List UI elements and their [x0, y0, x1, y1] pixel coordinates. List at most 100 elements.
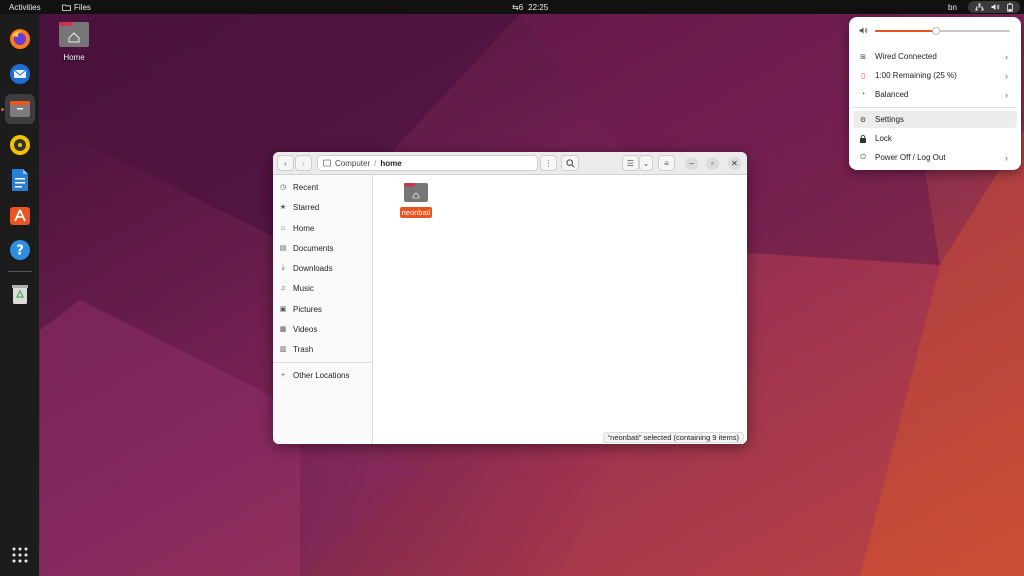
home-icon: ⌂ — [280, 224, 286, 232]
close-button[interactable]: ✕ — [728, 157, 741, 170]
sidebar-item-label: Downloads — [293, 263, 333, 273]
dock-item-files[interactable] — [5, 94, 35, 124]
menu-item-power-off[interactable]: ⏻ Power Off / Log Out › — [853, 149, 1017, 166]
path-menu-button[interactable]: ⋮ — [540, 155, 557, 171]
system-status-area[interactable] — [968, 1, 1020, 13]
forward-button[interactable]: › — [295, 155, 312, 171]
maximize-button[interactable]: ▫ — [706, 157, 719, 170]
keyboard-layout-indicator[interactable]: bn — [948, 3, 957, 12]
view-list-button[interactable]: ☰ — [622, 155, 639, 171]
sidebar-item-home[interactable]: ⌂ Home — [279, 221, 314, 235]
home-folder-icon — [59, 22, 89, 47]
header-bar: ‹ › Computer / home ⋮ ☰ ⌄ ≡ – ▫ ✕ — [273, 152, 747, 175]
menu-item-network[interactable]: ⊞ Wired Connected › — [853, 48, 1017, 65]
dock-item-thunderbird[interactable] — [5, 59, 35, 89]
sidebar-item-label: Documents — [293, 243, 334, 253]
minimize-button[interactable]: – — [685, 157, 698, 170]
sidebar-item-music[interactable]: ♫ Music — [279, 281, 314, 295]
menu-item-label: Power Off / Log Out — [875, 153, 946, 162]
volume-row — [859, 26, 1011, 36]
close-icon: ✕ — [731, 159, 738, 168]
firefox-icon — [10, 29, 30, 49]
volume-icon — [991, 4, 1000, 10]
clock: 22:25 — [528, 3, 549, 12]
path-current[interactable]: home — [380, 159, 401, 168]
dock-item-software[interactable] — [5, 200, 35, 230]
libreoffice-writer-icon — [12, 169, 28, 191]
picture-icon: ▣ — [279, 306, 287, 313]
file-item[interactable]: neonbati — [397, 181, 435, 218]
menu-item-lock[interactable]: Lock — [853, 130, 1017, 147]
lock-icon — [860, 134, 866, 143]
sidebar-item-documents[interactable]: ▤ Documents — [279, 241, 334, 255]
view-options-button[interactable]: ⌄ — [639, 155, 653, 171]
menu-item-label: 1:00 Remaining (25 %) — [875, 71, 957, 80]
show-apps-icon — [12, 547, 28, 563]
app-menu[interactable]: Files — [62, 3, 91, 12]
status-bar: “neonbati” selected (containing 9 items) — [602, 432, 744, 443]
files-icon — [10, 101, 30, 117]
sidebar-item-pictures[interactable]: ▣ Pictures — [279, 302, 322, 316]
plus-icon: + — [280, 371, 286, 379]
hamburger-menu-icon: ≡ — [664, 158, 669, 168]
path-bar[interactable]: Computer / home — [317, 155, 538, 171]
file-name: neonbati — [399, 207, 433, 218]
trash-icon — [12, 285, 28, 304]
sidebar-item-recent[interactable]: ◷ Recent — [279, 180, 318, 194]
desktop-home-label: Home — [63, 53, 85, 62]
sidebar-item-starred[interactable]: ★ Starred — [279, 200, 319, 214]
sidebar-item-label: Music — [293, 283, 314, 293]
menu-item-settings[interactable]: ⚙ Settings — [853, 111, 1017, 128]
path-root[interactable]: Computer — [335, 159, 370, 168]
volume-slider[interactable] — [875, 27, 1010, 35]
trash-icon: ▥ — [279, 346, 287, 353]
sidebar-divider — [273, 362, 373, 363]
path-separator: / — [374, 158, 377, 168]
workspace-indicator: ⇆6 — [512, 3, 524, 12]
dock-separator — [8, 271, 32, 272]
software-center-icon — [10, 207, 30, 225]
search-button[interactable] — [561, 155, 579, 171]
dock-item-firefox[interactable] — [5, 24, 35, 54]
menu-item-battery[interactable]: ▯ 1:00 Remaining (25 %) › — [853, 67, 1017, 84]
sidebar: ◷ Recent ★ Starred ⌂ Home ▤ Documents ⤓ Downl… — [273, 175, 373, 444]
chevron-right-icon: › — [1005, 70, 1008, 81]
sidebar-item-label: Home — [293, 223, 315, 233]
search-icon — [565, 158, 575, 168]
star-icon: ★ — [279, 204, 287, 211]
dock-show-apps[interactable] — [5, 540, 35, 570]
rhythmbox-icon — [10, 135, 30, 155]
clock-area[interactable]: ⇆6 22:25 — [512, 3, 548, 12]
document-icon: ▤ — [279, 245, 287, 252]
activities-button[interactable]: Activities — [9, 3, 41, 12]
sidebar-item-downloads[interactable]: ⤓ Downloads — [279, 261, 333, 275]
dock-item-rhythmbox[interactable] — [5, 130, 35, 160]
dock-item-help[interactable]: ? — [5, 235, 35, 265]
menu-separator — [853, 107, 1017, 108]
back-button[interactable]: ‹ — [277, 155, 294, 171]
menu-item-label: Balanced — [875, 90, 909, 99]
gear-icon: ⚙ — [859, 116, 867, 124]
dock-item-trash[interactable] — [5, 279, 35, 309]
chevron-down-icon: ⌄ — [642, 158, 650, 168]
files-window: ‹ › Computer / home ⋮ ☰ ⌄ ≡ – ▫ ✕ ◷ Recen… — [273, 152, 747, 444]
menu-item-power-profile[interactable]: ◔ Balanced › — [853, 86, 1017, 103]
folder-icon — [404, 183, 428, 202]
dock-item-writer[interactable] — [5, 165, 35, 195]
desktop-home-icon[interactable]: Home — [58, 20, 90, 62]
sidebar-item-label: Starred — [293, 202, 320, 212]
chevron-left-icon: ‹ — [284, 158, 287, 168]
minimize-icon: – — [689, 159, 694, 168]
volume-slider-handle[interactable] — [931, 27, 940, 35]
main-menu-button[interactable]: ≡ — [658, 155, 675, 171]
network-icon — [975, 3, 984, 11]
list-view-icon: ☰ — [626, 158, 635, 168]
file-view[interactable]: neonbati — [373, 175, 747, 444]
sidebar-item-videos[interactable]: ▦ Videos — [279, 322, 318, 336]
menu-item-label: Lock — [875, 134, 892, 143]
video-icon: ▦ — [279, 326, 287, 333]
sidebar-item-other-locations[interactable]: + Other Locations — [279, 368, 350, 382]
chevron-right-icon: › — [1005, 89, 1008, 100]
sidebar-item-trash[interactable]: ▥ Trash — [279, 342, 313, 356]
power-icon: ⏻ — [860, 153, 866, 161]
